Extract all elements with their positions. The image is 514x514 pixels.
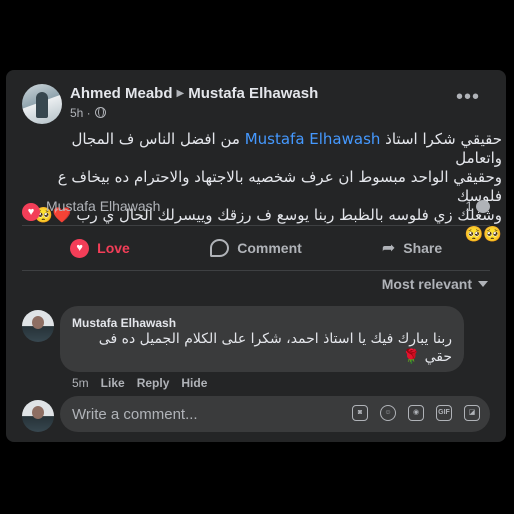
comment-reply-link[interactable]: Reply [137,376,170,390]
comment-input[interactable]: Write a comment... ◙ ☺ ◉ GIF ◪ [60,396,490,432]
share-icon: ➦ [381,240,396,257]
love-button[interactable]: ♥ Love [22,228,178,268]
user-avatar[interactable] [22,400,54,432]
more-icon[interactable]: ••• [456,87,480,107]
comment-icon [210,239,230,257]
target-name[interactable]: Mustafa Elhawash [188,85,318,102]
love-reaction-icon: ♥ [22,203,40,221]
love-icon: ♥ [70,238,90,258]
arrow-right-icon: ▶ [176,88,185,99]
sort-dropdown[interactable]: Most relevant [382,276,488,292]
comment-text: ربنا يبارك فيك يا استاذ احمد، شكرا على ا… [98,331,452,365]
avatar-sticker-icon[interactable]: ◙ [352,405,368,421]
mention-link[interactable]: Mustafa Elhawash [245,130,381,148]
post-text: حقيقي شكرا استاذ Mustafa Elhawash من افض… [22,130,502,244]
share-button[interactable]: ➦ Share [334,228,490,268]
love-label: Love [97,240,130,256]
share-label: Share [403,240,443,256]
post-meta: 5h · [70,106,106,120]
reaction-name: Mustafa Elhawash [46,198,161,214]
post-time[interactable]: 5h · [70,106,91,120]
comment-actions: 5m Like Reply Hide [72,376,219,390]
comment-button[interactable]: Comment [178,228,334,268]
composer-tools: ◙ ☺ ◉ GIF ◪ [340,405,480,421]
comment-bubble: Mustafa Elhawash ربنا يبارك فيك يا استاذ… [60,306,464,372]
comment-like-link[interactable]: Like [101,376,125,390]
post-header: Ahmed Meabd ▶ Mustafa Elhawash 5h · ••• [6,70,506,130]
camera-icon[interactable]: ◉ [408,405,424,421]
comment-label: Comment [237,240,302,256]
post-card: Ahmed Meabd ▶ Mustafa Elhawash 5h · ••• حق… [6,70,506,442]
sort-label: Most relevant [381,276,472,292]
caret-down-icon [478,281,488,287]
commenter-avatar[interactable] [22,310,54,342]
comment-hide-link[interactable]: Hide [181,376,207,390]
commenter-name[interactable]: Mustafa Elhawash [72,316,176,330]
post-text-line-1: حقيقي شكرا استاذ Mustafa Elhawash من افض… [22,130,502,168]
comment-bubble-icon [476,200,490,213]
post-names: Ahmed Meabd ▶ Mustafa Elhawash [70,85,318,102]
action-bar: ♥ Love Comment ➦ Share [22,228,490,268]
emoji-icon[interactable]: ☺ [380,405,396,421]
comment-placeholder: Write a comment... [72,406,198,423]
reaction-summary[interactable]: ♥ Mustafa Elhawash [22,198,161,221]
globe-icon [94,107,106,118]
sticker-icon[interactable]: ◪ [464,405,480,421]
comment-time[interactable]: 5m [72,376,89,390]
author-name[interactable]: Ahmed Meabd [70,85,173,102]
comment-count-value: 1 [465,198,473,214]
divider [22,270,490,271]
comment-count[interactable]: 1 [465,198,490,214]
divider [22,225,490,226]
post-text-prefix: حقيقي شكرا استاذ [380,130,502,148]
author-avatar[interactable] [22,84,62,124]
gif-icon[interactable]: GIF [436,405,452,421]
